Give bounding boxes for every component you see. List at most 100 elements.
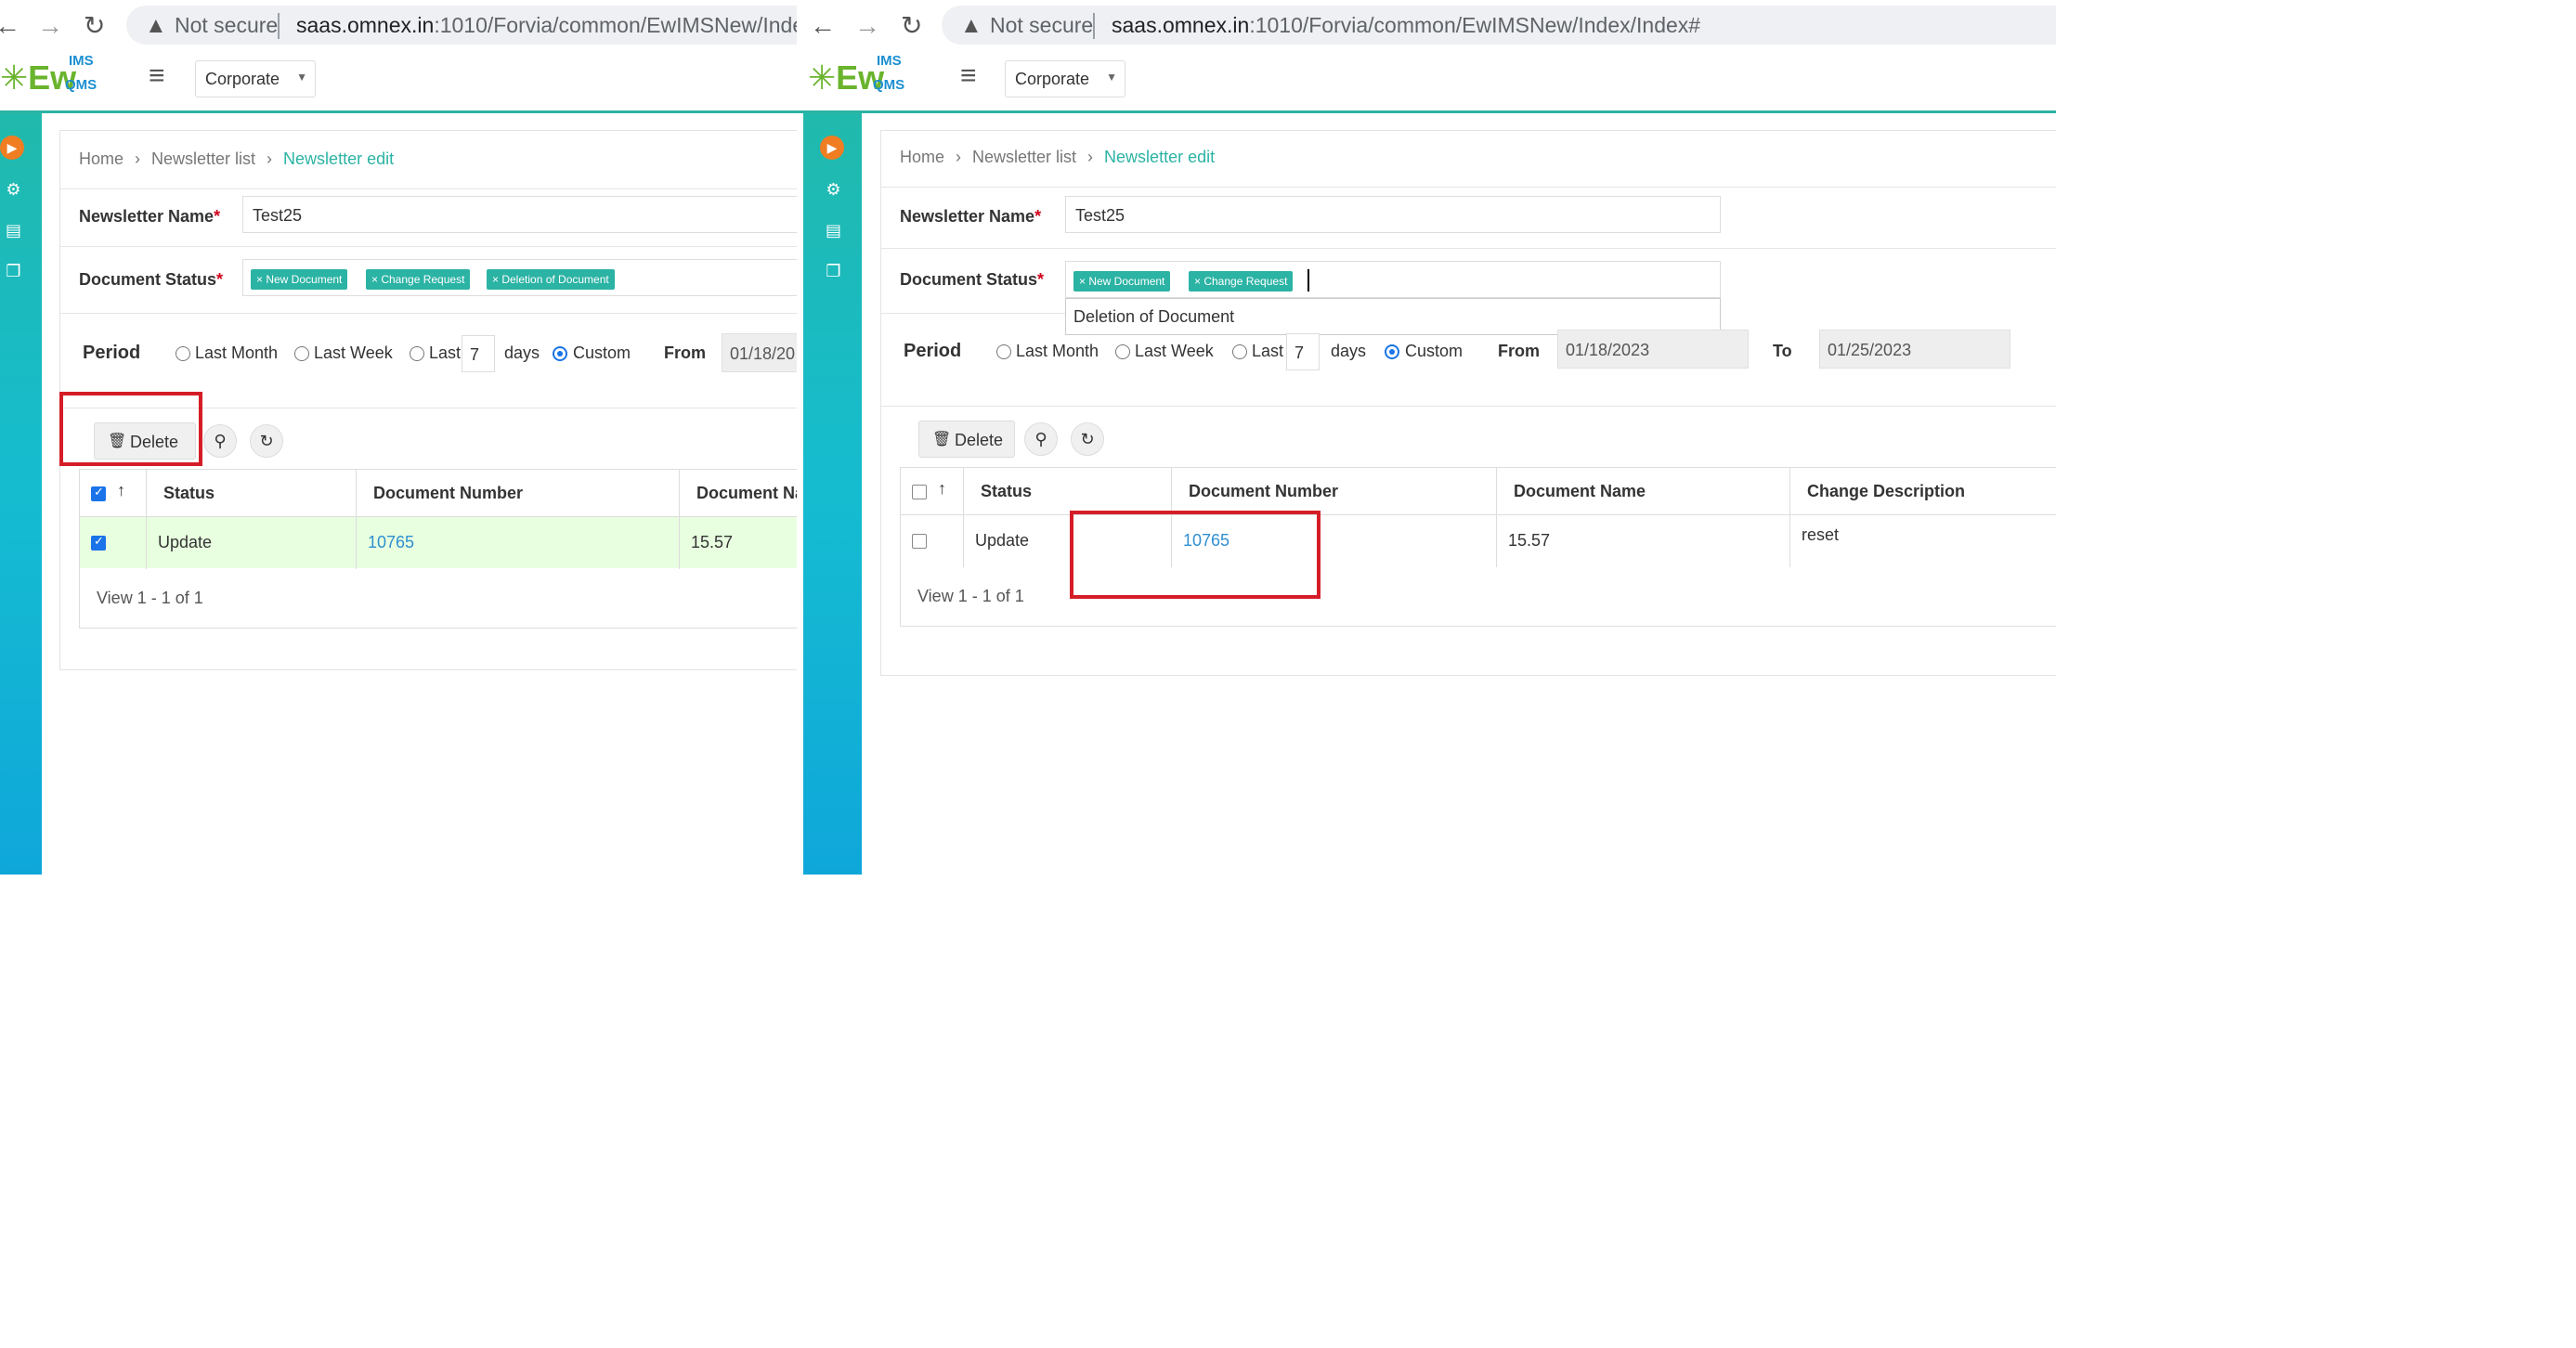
cell-change-description-value: reset xyxy=(1802,525,1840,544)
building-icon[interactable]: ▤ xyxy=(813,221,854,240)
from-date-input[interactable]: 01/18/20 xyxy=(722,333,797,372)
address-bar[interactable]: ▲ Not secure saas.omnex.in:1010/Forvia/c… xyxy=(942,6,2056,45)
radio-last-n-days[interactable] xyxy=(410,346,424,361)
select-all-checkbox[interactable] xyxy=(91,485,106,501)
forward-icon[interactable]: → xyxy=(37,11,63,41)
url-path: :1010/Forvia/common/EwIMSNew/Index/In xyxy=(434,13,797,37)
from-date-value: 01/18/2023 xyxy=(1566,341,1650,359)
side-nav: ▶ ⚙ ▤ ❐ xyxy=(803,113,862,875)
to-date-input[interactable]: 01/25/2023 xyxy=(1819,330,2010,369)
tag-change-request[interactable]: × Change Request xyxy=(366,269,471,290)
play-logo-icon[interactable]: ▶ xyxy=(820,136,844,160)
newsletter-name-label: Newsletter Name* xyxy=(79,207,220,227)
select-all-checkbox[interactable] xyxy=(912,485,927,499)
newsletter-card: Home › Newsletter list › Newsletter edit New… xyxy=(880,130,2056,676)
breadcrumb-home[interactable]: Home xyxy=(79,149,124,168)
warning-icon: ▲ xyxy=(145,13,167,38)
table-row[interactable]: Update 10765 15.57 xyxy=(80,516,797,569)
browser-toolbar: ← → ↻ ▲ Not secure saas.omnex.in:1010/Fo… xyxy=(797,0,2056,51)
sort-arrow-icon[interactable]: ↑ xyxy=(117,481,125,500)
radio-last-label: Last xyxy=(1252,342,1284,360)
radio-last-n-days[interactable] xyxy=(1232,344,1247,359)
column-header-status[interactable]: Status xyxy=(964,468,1172,514)
reload-icon[interactable]: ↻ xyxy=(901,11,922,41)
tag-new-document[interactable]: × New Document xyxy=(1073,271,1171,292)
document-number-link[interactable]: 10765 xyxy=(368,533,414,552)
chevron-down-icon: ▼ xyxy=(296,71,307,84)
hamburger-menu-icon[interactable]: ≡ xyxy=(149,60,165,92)
newsletter-name-label-text: Newsletter Name xyxy=(79,207,215,226)
column-header-change-description-label: Change Description xyxy=(1807,482,1966,500)
chevron-right-icon: › xyxy=(267,149,273,168)
search-button[interactable]: ⚲ xyxy=(1024,422,1058,456)
column-header-document-number[interactable]: Document Number xyxy=(357,470,680,516)
days-input[interactable]: 7 xyxy=(1286,333,1320,370)
refresh-button[interactable]: ↻ xyxy=(1071,422,1104,456)
document-status-label-text: Document Status xyxy=(900,270,1038,289)
reload-icon[interactable]: ↻ xyxy=(84,11,105,41)
newsletter-name-input[interactable]: Test25 xyxy=(1065,196,1721,233)
required-mark: * xyxy=(216,270,224,289)
hamburger-menu-icon[interactable]: ≡ xyxy=(960,60,977,92)
column-header-document-number-label: Document Number xyxy=(1189,482,1339,500)
sort-arrow-icon[interactable]: ↑ xyxy=(938,479,946,499)
cell-document-name-value: 15.57 xyxy=(691,533,734,551)
logo-qms: QMS xyxy=(65,77,98,93)
document-grid: ↑ Status Document Number Document Name U… xyxy=(79,469,797,629)
settings-cogs-icon[interactable]: ⚙ xyxy=(0,180,34,200)
breadcrumb-list[interactable]: Newsletter list xyxy=(151,149,255,168)
column-header-document-number[interactable]: Document Number xyxy=(1172,468,1497,514)
tag-new-document[interactable]: × New Document xyxy=(251,269,348,290)
radio-custom[interactable] xyxy=(553,346,567,361)
cell-change-description: reset xyxy=(1790,515,2056,567)
delete-button[interactable]: 🗑 Delete xyxy=(918,421,1015,458)
refresh-icon: ↻ xyxy=(1080,430,1095,448)
company-select[interactable]: Corporate ▼ xyxy=(1005,60,1125,97)
settings-cogs-icon[interactable]: ⚙ xyxy=(813,180,854,200)
document-status-label: Document Status* xyxy=(900,270,1044,290)
document-status-multiselect[interactable]: × New Document × Change Request xyxy=(1065,261,1721,298)
company-select[interactable]: Corporate ▼ xyxy=(195,60,316,97)
chevron-right-icon: › xyxy=(135,149,141,168)
radio-last-month[interactable] xyxy=(996,344,1011,359)
url-host: saas.omnex.in xyxy=(1112,13,1250,37)
days-input[interactable]: 7 xyxy=(462,335,495,372)
row-checkbox[interactable] xyxy=(91,534,106,551)
pager-info: View 1 - 1 of 1 xyxy=(917,587,1024,605)
row-select-cell xyxy=(901,515,964,567)
forward-icon[interactable]: → xyxy=(854,11,880,41)
column-header-status[interactable]: Status xyxy=(147,470,357,516)
back-icon[interactable]: ← xyxy=(0,11,20,41)
document-status-multiselect[interactable]: × New Document × Change Request × Deleti… xyxy=(242,259,797,296)
radio-last-month[interactable] xyxy=(176,346,190,361)
column-header-change-description[interactable]: Change Description xyxy=(1790,468,2056,514)
copy-icon[interactable]: ❐ xyxy=(0,262,34,281)
back-icon[interactable]: ← xyxy=(810,11,836,41)
logo-ims: IMS xyxy=(69,53,94,69)
column-header-status-label: Status xyxy=(981,482,1033,500)
copy-icon[interactable]: ❐ xyxy=(813,262,854,281)
radio-last-month-label: Last Month xyxy=(1016,342,1099,360)
search-button[interactable]: ⚲ xyxy=(203,424,237,458)
row-checkbox[interactable] xyxy=(912,534,927,549)
play-logo-icon[interactable]: ▶ xyxy=(0,136,24,160)
refresh-button[interactable]: ↻ xyxy=(250,424,283,458)
tag-deletion-of-document[interactable]: × Deletion of Document xyxy=(487,269,615,290)
document-status-label: Document Status* xyxy=(79,270,223,290)
radio-last-week[interactable] xyxy=(294,346,309,361)
column-header-document-name[interactable]: Document Name xyxy=(1497,468,1790,514)
column-header-document-name[interactable]: Document Name xyxy=(680,470,797,516)
tag-change-request[interactable]: × Change Request xyxy=(1189,271,1294,292)
period-label: Period xyxy=(904,341,962,361)
newsletter-name-input[interactable]: Test25 xyxy=(242,196,797,233)
breadcrumb-list[interactable]: Newsletter list xyxy=(972,148,1076,166)
select-all-header: ↑ xyxy=(901,468,964,514)
building-icon[interactable]: ▤ xyxy=(0,221,34,240)
radio-custom[interactable] xyxy=(1385,344,1399,359)
address-bar[interactable]: ▲ Not secure saas.omnex.in:1010/Forvia/c… xyxy=(126,6,797,45)
from-date-input[interactable]: 01/18/2023 xyxy=(1557,330,1749,369)
highlight-box-delete xyxy=(59,392,202,466)
days-label: days xyxy=(1331,342,1367,360)
radio-last-week[interactable] xyxy=(1115,344,1130,359)
breadcrumb-home[interactable]: Home xyxy=(900,148,944,166)
